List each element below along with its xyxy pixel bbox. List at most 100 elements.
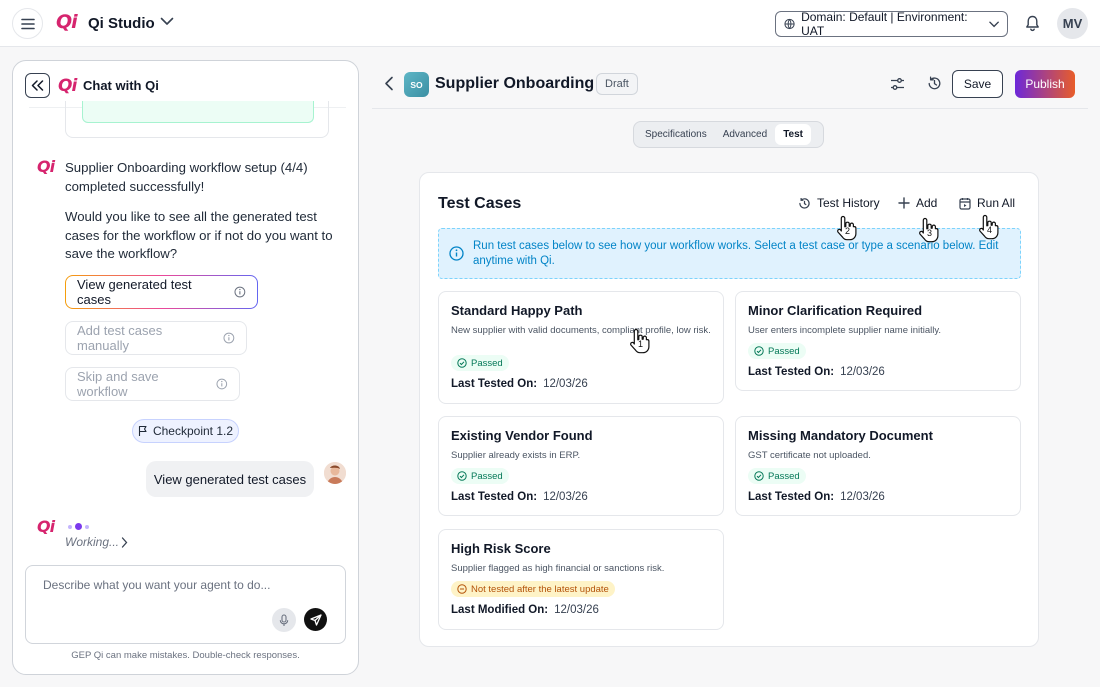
test-case-title: Minor Clarification Required: [748, 303, 923, 318]
status-text: Passed: [768, 345, 800, 357]
status-text: Passed: [768, 470, 800, 482]
check-circle-icon: [457, 471, 467, 481]
menu-icon: [20, 18, 35, 29]
history-icon[interactable]: [927, 76, 942, 91]
tab-bar: Specifications Advanced Test: [633, 121, 824, 148]
test-case-description: Supplier already exists in ERP.: [451, 450, 581, 461]
app-title: Qi Studio: [88, 15, 155, 32]
previous-message-card: [65, 101, 329, 138]
bell-icon[interactable]: [1025, 15, 1040, 32]
save-button[interactable]: Save: [952, 70, 1003, 98]
option-label: Add test cases manually: [77, 323, 163, 353]
option-view-test-cases[interactable]: View generated test cases: [65, 275, 258, 309]
run-all-button[interactable]: Run All: [959, 196, 1015, 210]
last-modified: Last Modified On: 12/03/26: [451, 604, 599, 616]
last-tested: Last Tested On: 12/03/26: [451, 491, 588, 503]
status-text: Not tested after the latest update: [471, 583, 609, 595]
check-circle-icon: [457, 358, 467, 368]
workflow-badge: SO: [404, 72, 429, 97]
domain-environment-selector[interactable]: Domain: Default | Environment: UAT: [775, 10, 1008, 38]
history-icon: [799, 197, 810, 209]
typing-indicator: [68, 523, 89, 530]
check-circle-icon: [754, 346, 764, 356]
minus-circle-icon: [457, 584, 467, 594]
test-case-card[interactable]: Standard Happy Path New supplier with va…: [438, 291, 724, 404]
status-badge-passed: Passed: [748, 468, 806, 484]
test-case-description: New supplier with valid documents, compl…: [451, 325, 711, 336]
checkpoint-label: Checkpoint 1.2: [152, 424, 234, 438]
info-icon: [449, 246, 464, 261]
test-case-card[interactable]: Existing Vendor Found Supplier already e…: [438, 416, 724, 516]
double-chevron-left-icon: [31, 80, 44, 91]
info-icon: [223, 332, 235, 344]
bot-message-completion: Supplier Onboarding workflow setup (4/4)…: [65, 160, 308, 194]
qi-bot-avatar: Qi: [37, 517, 55, 536]
last-tested: Last Tested On: 12/03/26: [748, 491, 885, 503]
qi-logo: Qi: [56, 11, 78, 33]
test-case-card[interactable]: High Risk Score Supplier flagged as high…: [438, 529, 724, 630]
send-icon: [309, 613, 322, 626]
user-chat-avatar: [324, 462, 346, 484]
test-history-button[interactable]: Test History: [798, 196, 880, 210]
working-status: Working...: [65, 535, 120, 549]
bot-message-question: Would you like to see all the generated …: [65, 209, 333, 261]
flag-icon: [138, 425, 147, 436]
sliders-icon[interactable]: [890, 77, 905, 91]
microphone-button[interactable]: [272, 608, 296, 632]
test-case-description: User enters incomplete supplier name ini…: [748, 325, 942, 336]
status-text: Passed: [471, 470, 503, 482]
info-icon: [216, 378, 228, 390]
checkpoint-chip[interactable]: Checkpoint 1.2: [132, 419, 239, 443]
option-skip-save[interactable]: Skip and save workflow: [65, 367, 240, 401]
page-title: Supplier Onboarding: [435, 75, 595, 92]
tab-test[interactable]: Test: [775, 124, 812, 145]
add-test-case-button[interactable]: Add: [898, 196, 937, 210]
test-case-title: Missing Mandatory Document: [748, 428, 933, 443]
option-add-test-cases[interactable]: Add test cases manually: [65, 321, 247, 355]
back-arrow-icon[interactable]: [384, 76, 394, 91]
domain-label: Domain: Default | Environment: UAT: [801, 10, 968, 38]
add-label: Add: [916, 196, 938, 210]
option-label: View generated test cases: [77, 277, 192, 307]
tab-specifications[interactable]: Specifications: [637, 124, 715, 145]
test-case-title: Existing Vendor Found: [451, 428, 593, 443]
qi-bot-avatar: Qi: [37, 157, 55, 176]
chat-input[interactable]: Describe what you want your agent to do.…: [43, 578, 270, 592]
collapse-chat-button[interactable]: [25, 73, 50, 98]
user-avatar[interactable]: MV: [1057, 8, 1088, 39]
run-all-label: Run All: [977, 196, 1016, 210]
chat-panel: Qi Chat with Qi Qi Supplier Onboarding w…: [12, 60, 359, 675]
test-cases-panel: Test Cases Test History Add Run All Run …: [419, 172, 1039, 647]
chevron-right-icon[interactable]: [121, 537, 128, 548]
hamburger-menu-button[interactable]: [12, 8, 43, 39]
disclaimer-text: GEP Qi can make mistakes. Double-check r…: [71, 650, 300, 661]
publish-button[interactable]: Publish: [1015, 70, 1075, 98]
info-icon: [234, 286, 246, 298]
test-case-card[interactable]: Minor Clarification Required User enters…: [735, 291, 1021, 391]
test-case-description: GST certificate not uploaded.: [748, 450, 871, 461]
status-badge-not-tested: Not tested after the latest update: [451, 581, 615, 597]
user-message: View generated test cases: [146, 461, 314, 497]
status-badge-passed: Passed: [451, 468, 509, 484]
qi-logo: Qi: [58, 76, 77, 96]
info-banner: Run test cases below to see how your wor…: [438, 228, 1021, 279]
previous-status-strip: [82, 101, 314, 123]
chat-title: Chat with Qi: [83, 78, 159, 93]
chat-composer[interactable]: Describe what you want your agent to do.…: [25, 565, 346, 644]
info-text: Run test cases below to see how your wor…: [473, 240, 999, 267]
tab-advanced[interactable]: Advanced: [715, 124, 775, 145]
header-divider: [372, 108, 1088, 109]
last-tested: Last Tested On: 12/03/26: [451, 378, 588, 390]
option-label: Skip and save workflow: [77, 369, 159, 399]
test-cases-title: Test Cases: [438, 195, 522, 212]
test-case-title: High Risk Score: [451, 541, 551, 556]
app-switcher-chevron-icon[interactable]: [160, 17, 174, 26]
plus-icon: [898, 197, 910, 209]
last-tested: Last Tested On: 12/03/26: [748, 366, 885, 378]
status-badge-passed: Passed: [451, 355, 509, 371]
check-circle-icon: [754, 471, 764, 481]
status-badge: Draft: [596, 73, 638, 95]
test-case-card[interactable]: Missing Mandatory Document GST certifica…: [735, 416, 1021, 516]
send-button[interactable]: [304, 608, 327, 631]
run-all-icon: [959, 197, 971, 210]
